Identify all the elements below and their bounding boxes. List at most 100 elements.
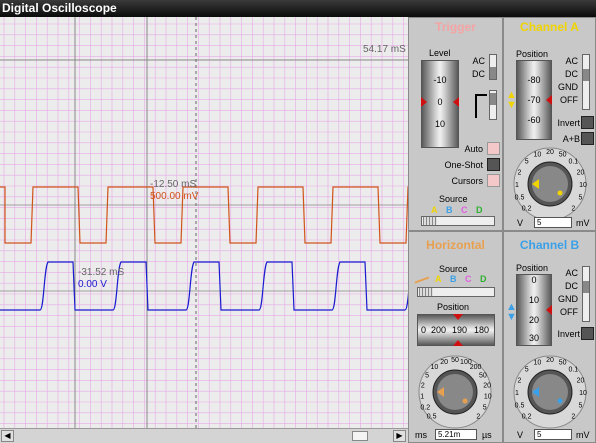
oscilloscope-window: Digital Oscilloscope 54.17 mS -12.50 mS …	[0, 0, 596, 443]
channel-b-volts-field[interactable]: 5	[534, 429, 572, 440]
time-scrollbar[interactable]: ◀ ▶	[0, 428, 408, 443]
trigger-one-shot-button[interactable]	[487, 158, 500, 171]
trigger-coupling-switch[interactable]	[489, 54, 497, 80]
channel-b-title: Channel B	[519, 238, 580, 252]
channel-a-volts-dial[interactable]: 0.20.512510 20 500.1201052	[504, 144, 596, 224]
trigger-level-drum[interactable]: -10 0 10	[421, 60, 459, 148]
horizontal-panel: Horizontal Source A B C D Position 0 200…	[408, 231, 503, 443]
horizontal-source-c[interactable]: C	[465, 274, 472, 284]
channel-b-volts-unit-right: mV	[576, 430, 590, 440]
dial-tick-label: 2	[421, 383, 425, 390]
dial-tick-label: 10	[533, 360, 541, 367]
position-tick: 20	[528, 315, 539, 325]
channel-a-invert-button[interactable]	[581, 116, 594, 129]
scope-background	[0, 17, 408, 428]
dial-tick-label: 10	[431, 364, 439, 371]
trigger-panel: Trigger Level -10 0 10 AC DC Auto One-Sh…	[408, 17, 503, 231]
trigger-title: Trigger	[435, 20, 476, 34]
scroll-left-icon[interactable]: ◀	[1, 430, 14, 442]
horizontal-source-a[interactable]: A	[435, 274, 442, 284]
dial-tick-label: 10	[533, 152, 541, 159]
position-tick: 190	[452, 325, 468, 335]
channel-a-invert-label: Invert	[557, 118, 580, 128]
trigger-cursors-button[interactable]	[487, 174, 500, 187]
dial-tick-label: 20	[577, 377, 585, 384]
channel-b-panel: Channel B Position 0 10 20 30 ▲ ▼ AC DC G…	[503, 231, 596, 443]
horizontal-source-d[interactable]: D	[480, 274, 487, 284]
position-tick: 10	[528, 295, 539, 305]
channel-a-position-drum[interactable]: -80 -70 -60	[516, 60, 552, 140]
position-tick: 200	[431, 325, 447, 335]
horizontal-units-right: µs	[482, 430, 492, 440]
channel-b-volts-unit-left: V	[517, 430, 524, 440]
channel-a-position-label: Position	[516, 49, 549, 59]
horizontal-time-dial[interactable]: 0.50.21251020 50 10020050201052	[409, 352, 504, 432]
horizontal-source-b[interactable]: B	[450, 274, 457, 284]
channel-a-volts-field[interactable]: 5	[534, 217, 572, 228]
horizontal-pointer-top-icon	[453, 314, 463, 320]
horizontal-units-left: ms	[415, 430, 427, 440]
channel-a-dc-label: DC	[565, 69, 578, 79]
channel-b-position-drum[interactable]: 0 10 20 30	[516, 274, 552, 346]
channel-b-invert-button[interactable]	[581, 327, 594, 340]
channel-a-coupling-switch[interactable]	[582, 54, 590, 110]
trigger-auto-button[interactable]	[487, 142, 500, 155]
dial-tick-label: 5	[483, 404, 487, 411]
horizontal-time-field[interactable]: 5.21m	[435, 429, 477, 440]
dial-tick-label: 0.1	[568, 367, 578, 374]
cursor-b-volts-readout: 0.00 V	[78, 279, 107, 290]
dial-tick-label: 0.5	[515, 403, 525, 410]
channel-b-dc-label: DC	[565, 281, 578, 291]
dial-tick-label: 0.2	[522, 205, 532, 212]
position-tick: 0	[421, 325, 427, 335]
trigger-auto-label: Auto	[464, 144, 483, 154]
scope-display[interactable]: 54.17 mS -12.50 mS 500.00 mV -31.52 mS 0…	[0, 17, 408, 443]
horizontal-source-slider[interactable]	[417, 287, 495, 297]
dial-dot-icon	[557, 190, 563, 196]
trigger-edge-icon[interactable]	[475, 94, 487, 118]
horizontal-position-drum[interactable]: 0 200 190 180	[417, 314, 495, 346]
trigger-source-slider[interactable]	[421, 216, 495, 226]
scroll-right-icon[interactable]: ▶	[393, 430, 406, 442]
dial-tick-label: 20	[546, 357, 554, 364]
trigger-source-c[interactable]: C	[461, 205, 468, 215]
dial-tick-label: 10	[579, 390, 587, 397]
dial-tick-label: 50	[479, 372, 487, 379]
horizontal-pointer-bottom-icon	[453, 340, 463, 346]
dial-tick-label: 5	[525, 367, 529, 374]
dial-tick-label: 0.2	[522, 413, 532, 420]
time-marker-readout: 54.17 mS	[363, 44, 406, 55]
channel-a-title: Channel A	[520, 20, 579, 34]
channel-b-ac-label: AC	[565, 268, 578, 278]
channel-a-panel: Channel A Position -80 -70 -60 ▲ ▼ AC DC …	[503, 17, 596, 231]
dial-tick-label: 0.2	[420, 404, 430, 411]
channel-a-volts-unit-right: mV	[576, 218, 590, 228]
dial-tick-label: 0.5	[427, 413, 437, 420]
channel-a-volts-unit-left: V	[517, 218, 524, 228]
position-tick: 180	[474, 325, 490, 335]
trigger-source-b[interactable]: B	[446, 205, 453, 215]
horizontal-ramp-icon	[415, 272, 429, 284]
trigger-level-label: Level	[429, 48, 451, 58]
trigger-edge-switch[interactable]	[489, 90, 497, 120]
dial-tick-label: 1	[515, 182, 519, 189]
trigger-source-d[interactable]: D	[476, 205, 483, 215]
dial-tick-label: 5	[579, 195, 583, 202]
cursor-a-volts-readout: 500.00 mV	[150, 191, 199, 202]
dial-tick-label: 2	[518, 169, 522, 176]
dial-tick-label: 5	[579, 403, 583, 410]
channel-b-position-label: Position	[516, 263, 549, 273]
horizontal-position-label: Position	[437, 302, 470, 312]
channel-b-updown-icon: ▲ ▼	[506, 301, 517, 323]
position-tick: 30	[528, 333, 539, 343]
dial-tick-label: 2	[518, 377, 522, 384]
channel-a-sum-label: A+B	[562, 134, 580, 144]
level-tick: 10	[434, 119, 445, 129]
channel-b-volts-dial[interactable]: 0.20.512510 20 500.1201052	[504, 352, 596, 432]
dial-tick-label: 2	[571, 205, 575, 212]
channel-b-coupling-switch[interactable]	[582, 266, 590, 322]
channel-b-off-label: OFF	[560, 307, 578, 317]
trigger-source-a[interactable]: A	[431, 205, 438, 215]
dial-dot-icon	[557, 398, 563, 404]
scroll-thumb[interactable]	[352, 431, 368, 441]
